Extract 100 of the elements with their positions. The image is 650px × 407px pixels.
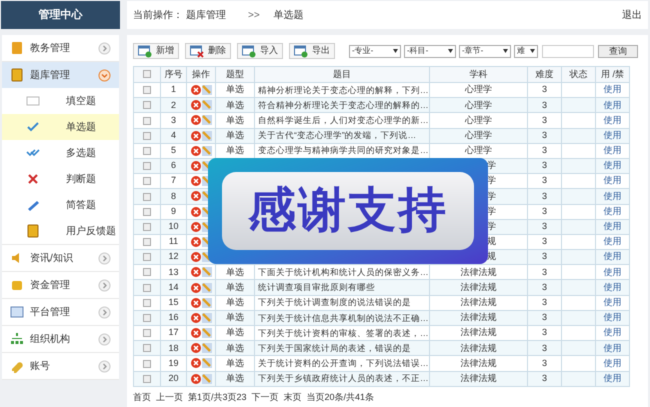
row-checkbox[interactable] [143, 298, 151, 307]
sidebar-subitem[interactable]: 单选题 [2, 114, 119, 140]
table-cell: 单选 [226, 342, 244, 353]
delete-icon[interactable] [190, 312, 200, 323]
table-cell: 自然科学诞生后，人们对变态心理学的新… [258, 115, 428, 126]
sidebar-item[interactable]: 题库管理 [2, 62, 119, 88]
delete-icon[interactable] [190, 236, 200, 247]
chevron-right-icon [98, 278, 111, 292]
pagination-item[interactable]: 上一页 [156, 390, 183, 404]
pencil-icon[interactable] [202, 85, 212, 96]
sidebar-item[interactable]: 组织机构 [2, 326, 119, 352]
row-checkbox[interactable] [143, 192, 151, 201]
row-checkbox[interactable] [143, 116, 151, 125]
toolbar-button[interactable]: 新增 [133, 43, 179, 59]
sidebar-item[interactable]: 资金管理 [2, 272, 119, 298]
delete-icon[interactable] [190, 343, 200, 354]
filter-select[interactable]: -科目- [404, 44, 456, 58]
table-cell: 单选 [226, 100, 244, 110]
sidebar-subitem[interactable]: 简答题 [2, 192, 119, 218]
row-checkbox[interactable] [143, 314, 151, 322]
pencil-icon[interactable] [202, 343, 212, 354]
pencil-icon[interactable] [202, 267, 212, 278]
pagination-item[interactable]: 首页 [133, 390, 151, 404]
table-cell: 法律法规 [460, 266, 496, 277]
row-checkbox[interactable] [143, 177, 151, 186]
delete-icon[interactable] [190, 374, 200, 384]
pencil-icon[interactable] [202, 282, 212, 293]
pagination-item: 第1页/共3页23 [188, 390, 247, 404]
row-checkbox[interactable] [143, 101, 151, 110]
filter-select[interactable]: -专业- [349, 44, 401, 58]
column-header: 学科 [430, 66, 528, 82]
delete-icon[interactable] [190, 115, 200, 126]
row-checkbox[interactable] [143, 344, 151, 352]
sidebar-item[interactable]: 平台管理 [2, 299, 119, 325]
delete-icon[interactable] [190, 130, 200, 141]
row-checkbox[interactable] [143, 374, 151, 383]
pencil-icon[interactable] [202, 298, 212, 308]
filter-select[interactable]: 难 [514, 44, 538, 58]
row-checkbox[interactable] [143, 360, 151, 368]
row-checkbox[interactable] [143, 146, 151, 155]
table-cell: 5 [160, 143, 186, 158]
delete-doc-icon [190, 44, 204, 58]
row-checkbox[interactable] [143, 268, 151, 276]
delete-icon[interactable] [190, 100, 200, 110]
table-cell: 心理学 [465, 100, 492, 110]
pencil-icon[interactable] [202, 358, 212, 368]
sidebar-item[interactable]: 账号 [2, 353, 119, 379]
row-checkbox[interactable] [143, 86, 151, 94]
row-checkbox[interactable] [143, 284, 151, 292]
row-checkbox[interactable] [143, 238, 151, 246]
sidebar-item[interactable]: 教务管理 [2, 35, 119, 61]
delete-icon[interactable] [190, 222, 200, 232]
filter-select[interactable]: -章节- [459, 44, 511, 58]
table-cell: 19 [160, 356, 186, 372]
pencil-icon[interactable] [202, 100, 212, 110]
row-checkbox[interactable] [143, 329, 151, 338]
sidebar-item[interactable]: 资讯/知识 [2, 245, 119, 271]
toolbar-button[interactable]: 删除 [185, 43, 231, 59]
sidebar-subitem[interactable]: 判断题 [2, 166, 119, 192]
table-cell: 下列关于统计调查制度的说法错误的是 [258, 297, 411, 308]
toolbar-button[interactable]: 导出 [289, 43, 335, 59]
pencil-icon[interactable] [202, 130, 212, 141]
pencil-icon[interactable] [202, 328, 212, 338]
sidebar-subitem[interactable]: 用户反馈题 [2, 218, 119, 244]
pencil-icon[interactable] [202, 146, 212, 156]
row-checkbox[interactable] [143, 162, 151, 170]
sidebar-subitem[interactable]: 多选题 [2, 140, 119, 166]
delete-icon[interactable] [190, 282, 200, 293]
row-checkbox[interactable] [143, 208, 151, 216]
delete-icon[interactable] [190, 358, 200, 368]
column-header: 题目 [254, 66, 430, 82]
pencil-icon[interactable] [202, 374, 212, 384]
row-checkbox[interactable] [143, 222, 151, 231]
pencil-icon[interactable] [202, 115, 212, 126]
breadcrumb-link[interactable]: 题库管理 [186, 8, 226, 22]
sidebar-subitem[interactable]: 填空题 [2, 88, 119, 114]
delete-icon[interactable] [190, 206, 200, 217]
table-cell: 心理学 [465, 145, 492, 156]
pagination-item[interactable]: 下一页 [252, 390, 279, 404]
delete-icon[interactable] [190, 85, 200, 96]
delete-icon[interactable] [190, 146, 200, 156]
logout-link[interactable]: 退出 [622, 8, 642, 22]
table-cell: 法律法规 [460, 372, 496, 383]
search-button[interactable]: 查询 [598, 44, 638, 58]
delete-icon[interactable] [190, 328, 200, 338]
pagination-item[interactable]: 末页 [284, 390, 302, 404]
pencil-icon[interactable] [202, 312, 212, 323]
row-checkbox[interactable] [143, 132, 151, 140]
table-cell: 单选 [226, 312, 244, 322]
delete-icon[interactable] [190, 161, 200, 172]
delete-icon[interactable] [190, 298, 200, 308]
delete-icon[interactable] [190, 176, 200, 186]
row-checkbox[interactable] [143, 253, 151, 262]
delete-icon[interactable] [190, 191, 200, 202]
header-checkbox[interactable] [143, 70, 151, 78]
table-cell: 3 [528, 280, 562, 296]
search-field[interactable] [542, 44, 594, 58]
delete-icon[interactable] [190, 267, 200, 278]
delete-icon[interactable] [190, 252, 200, 262]
toolbar-button[interactable]: 导入 [237, 43, 283, 59]
